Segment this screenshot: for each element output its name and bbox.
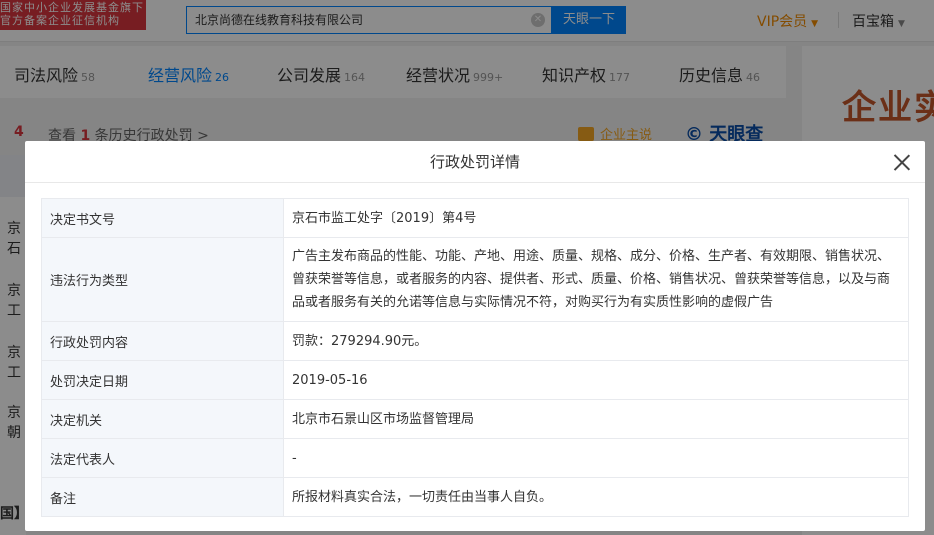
penalty-detail-modal: 行政处罚详情 决定书文号 京石市监工处字〔2019〕第4号 违法行为类型 广告主… [25,141,925,531]
field-label: 处罚决定日期 [41,360,284,400]
field-label: 备注 [41,477,284,517]
table-row: 处罚决定日期 2019-05-16 [41,360,909,400]
field-label: 决定书文号 [41,198,284,238]
field-label: 法定代表人 [41,438,284,478]
field-value: 京石市监工处字〔2019〕第4号 [283,198,909,238]
field-label: 决定机关 [41,399,284,439]
field-value: 2019-05-16 [283,360,909,400]
modal-header: 行政处罚详情 [25,141,925,183]
field-value: 所报材料真实合法，一切责任由当事人自负。 [283,477,909,517]
table-row: 决定书文号 京石市监工处字〔2019〕第4号 [41,198,909,238]
table-row: 决定机关 北京市石景山区市场监督管理局 [41,399,909,439]
field-label: 违法行为类型 [41,237,284,322]
table-row: 备注 所报材料真实合法，一切责任由当事人自负。 [41,477,909,517]
close-icon[interactable] [893,153,911,171]
field-value: - [283,438,909,478]
table-row: 违法行为类型 广告主发布商品的性能、功能、产地、用途、质量、规格、成分、价格、生… [41,237,909,322]
field-value: 罚款：279294.90元。 [283,321,909,361]
penalty-detail-table: 决定书文号 京石市监工处字〔2019〕第4号 违法行为类型 广告主发布商品的性能… [41,198,909,517]
field-value: 北京市石景山区市场监督管理局 [283,399,909,439]
field-label: 行政处罚内容 [41,321,284,361]
table-row: 法定代表人 - [41,438,909,478]
table-row: 行政处罚内容 罚款：279294.90元。 [41,321,909,361]
modal-title: 行政处罚详情 [429,153,520,171]
field-value: 广告主发布商品的性能、功能、产地、用途、质量、规格、成分、价格、生产者、有效期限… [283,237,909,322]
